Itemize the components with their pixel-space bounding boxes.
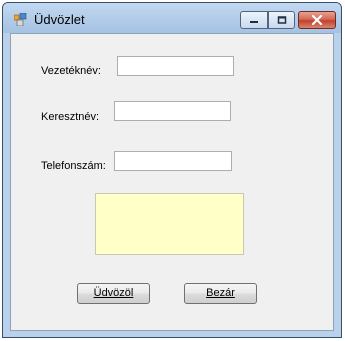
last-name-field[interactable]: [117, 56, 234, 76]
phone-label: Telefonszám:: [41, 160, 106, 172]
last-name-label: Vezetéknév:: [41, 65, 101, 77]
main-window: Üdvözlet Vezetéknév: Keresztnév: Telefon…: [2, 2, 342, 338]
close-icon: [311, 15, 323, 25]
title-bar[interactable]: Üdvözlet: [3, 3, 341, 33]
greet-button[interactable]: Üdvözöl: [77, 283, 150, 304]
maximize-icon: [277, 16, 286, 24]
window-title: Üdvözlet: [34, 12, 85, 27]
phone-field[interactable]: [114, 151, 232, 171]
minimize-icon: [250, 21, 258, 23]
close-button[interactable]: Bezár: [184, 283, 257, 304]
first-name-label: Keresztnév:: [41, 111, 100, 123]
maximize-button[interactable]: [268, 11, 295, 29]
close-window-button[interactable]: [298, 11, 336, 29]
first-name-field[interactable]: [114, 101, 231, 121]
app-icon: [13, 12, 27, 27]
greeting-output-box: [95, 193, 244, 255]
minimize-button[interactable]: [240, 11, 268, 29]
form-client-area: Vezetéknév: Keresztnév: Telefonszám: Üdv…: [10, 33, 334, 331]
